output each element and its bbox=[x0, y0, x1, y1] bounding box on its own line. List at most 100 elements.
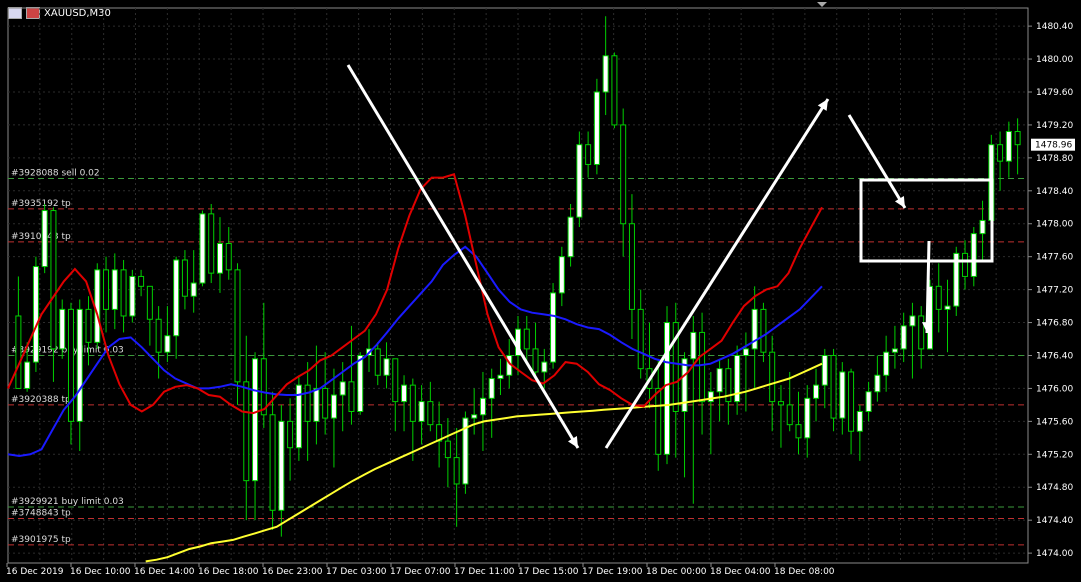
price-chart[interactable]: #3928088 sell 0.02 #3935192 tp #3910543 tp… bbox=[0, 0, 1081, 582]
time-axis-label: 17 Dec 19:00 bbox=[582, 567, 643, 577]
candle-body bbox=[15, 315, 22, 389]
candle-body bbox=[401, 384, 408, 403]
forecast-arrow-2[interactable] bbox=[925, 240, 931, 334]
candle-body bbox=[208, 213, 215, 274]
candle-body bbox=[795, 424, 802, 439]
candle-body bbox=[777, 401, 784, 406]
candle-body bbox=[444, 440, 451, 459]
candle-body bbox=[190, 282, 197, 297]
candle-body bbox=[392, 358, 399, 403]
candle-body bbox=[558, 256, 565, 294]
candle-body bbox=[497, 374, 504, 380]
candle-body bbox=[24, 361, 31, 389]
candle-body bbox=[278, 420, 285, 511]
candle-body bbox=[120, 269, 127, 317]
candle-body bbox=[374, 348, 381, 376]
candle-body bbox=[944, 305, 951, 310]
candle-body bbox=[1005, 131, 1012, 162]
price-axis-label: 1479.20 bbox=[1036, 121, 1073, 131]
candle-body bbox=[664, 322, 671, 455]
price-axis-label: 1476.80 bbox=[1036, 319, 1073, 329]
candle-body bbox=[225, 243, 232, 271]
candle-body bbox=[848, 371, 855, 432]
candle-body bbox=[830, 354, 837, 419]
candle-body bbox=[32, 266, 39, 363]
candle-body bbox=[330, 394, 337, 419]
candle-body bbox=[970, 233, 977, 277]
candle-body bbox=[856, 410, 863, 432]
candle-body bbox=[567, 216, 574, 258]
candle-body bbox=[418, 401, 425, 422]
forecast-arrow-1[interactable] bbox=[847, 114, 907, 209]
candle-body bbox=[41, 210, 48, 268]
order-line-label: #3928088 sell 0.02 bbox=[11, 168, 100, 178]
candle-body bbox=[243, 381, 250, 482]
candle-body bbox=[593, 91, 600, 165]
candle-body bbox=[909, 315, 916, 327]
candle-body bbox=[707, 391, 714, 403]
chart-shift-marker-icon[interactable] bbox=[817, 2, 827, 7]
candle-body bbox=[1014, 131, 1021, 146]
candle-body bbox=[821, 354, 828, 386]
up-trend-arrow[interactable] bbox=[604, 98, 830, 449]
candle-body bbox=[181, 259, 188, 297]
current-price-label: 1478.96 bbox=[1035, 141, 1072, 151]
candle-body bbox=[304, 384, 311, 422]
order-line-label: #3935192 tp bbox=[11, 199, 71, 209]
candle-body bbox=[576, 144, 583, 218]
order-line-label: #3748843 tp bbox=[11, 509, 71, 519]
time-axis-label: 18 Dec 00:00 bbox=[646, 567, 707, 577]
price-axis-label: 1479.60 bbox=[1036, 88, 1073, 98]
candle-body bbox=[155, 318, 162, 353]
candle-body bbox=[804, 397, 811, 439]
price-axis-label: 1477.60 bbox=[1036, 253, 1073, 263]
time-axis-label: 18 Dec 04:00 bbox=[710, 567, 771, 577]
candle-body bbox=[164, 335, 171, 353]
candle-body bbox=[760, 308, 767, 353]
candle-body bbox=[111, 269, 118, 310]
candle-body bbox=[269, 414, 276, 511]
order-line-label: #3929921 buy limit 0.03 bbox=[11, 497, 124, 507]
candle-body bbox=[348, 381, 355, 412]
candle-body bbox=[997, 144, 1004, 162]
candle-body bbox=[690, 331, 697, 360]
candle-body bbox=[769, 351, 776, 403]
candle-body bbox=[637, 308, 644, 370]
candle-body bbox=[488, 378, 495, 399]
price-axis-label: 1474.40 bbox=[1036, 516, 1073, 526]
price-axis-label: 1478.40 bbox=[1036, 187, 1073, 197]
candle-body bbox=[427, 401, 434, 426]
candle-body bbox=[550, 292, 557, 363]
candle-body bbox=[813, 384, 820, 399]
order-line-label: #3901975 tp bbox=[11, 535, 71, 545]
candle-body bbox=[865, 391, 872, 412]
candle-body bbox=[383, 358, 390, 376]
candle-body bbox=[699, 331, 706, 403]
candle-body bbox=[103, 269, 110, 310]
candle-body bbox=[357, 354, 364, 412]
price-axis-label: 1480.40 bbox=[1036, 22, 1073, 32]
candle-body bbox=[50, 210, 57, 350]
candle-body bbox=[716, 368, 723, 393]
time-axis-label: 16 Dec 2019 bbox=[6, 567, 64, 577]
candle-body bbox=[322, 387, 329, 419]
candle-body bbox=[839, 371, 846, 419]
candle-body bbox=[883, 351, 890, 376]
candle-body bbox=[409, 384, 416, 422]
price-axis-label: 1475.60 bbox=[1036, 417, 1073, 427]
candle-body bbox=[628, 223, 635, 310]
candle-body bbox=[234, 269, 241, 383]
candle-body bbox=[918, 315, 925, 350]
candle-body bbox=[59, 308, 66, 350]
candle-body bbox=[742, 348, 749, 356]
candle-body bbox=[962, 252, 969, 277]
candle-body bbox=[523, 328, 530, 350]
candle-body bbox=[620, 124, 627, 225]
candle-body bbox=[138, 275, 145, 287]
time-axis-label: 17 Dec 07:00 bbox=[390, 567, 451, 577]
candle-body bbox=[76, 308, 83, 422]
time-axis-label: 18 Dec 08:00 bbox=[774, 567, 835, 577]
candle-body bbox=[532, 348, 539, 373]
candle-body bbox=[891, 348, 898, 353]
price-axis-label: 1474.80 bbox=[1036, 483, 1073, 493]
